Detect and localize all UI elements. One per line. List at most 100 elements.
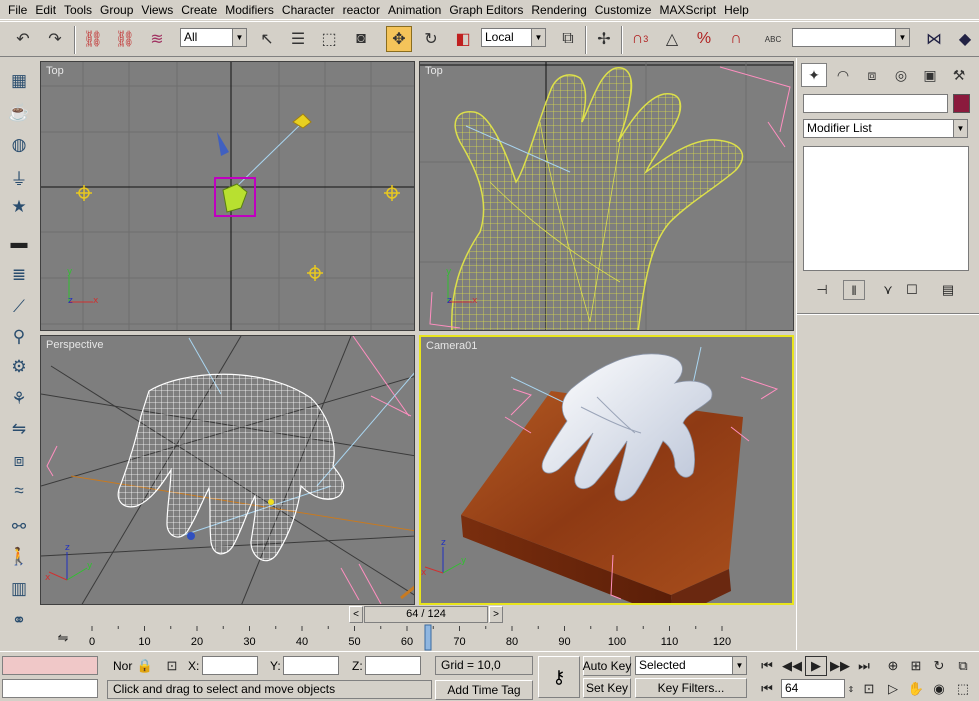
menu-help[interactable]: Help xyxy=(720,0,753,20)
menu-file[interactable]: File xyxy=(4,0,31,20)
time-slider-next-icon[interactable]: > xyxy=(489,606,503,623)
viewport-top-right[interactable]: Top y z x xyxy=(419,61,794,331)
add-time-tag-button[interactable]: Add Time Tag xyxy=(435,680,533,700)
create-box-icon[interactable]: ▦ xyxy=(5,68,33,94)
bend-icon[interactable]: ⟋ xyxy=(5,294,33,320)
select-and-scale-icon[interactable]: ◧ xyxy=(450,26,476,52)
auto-key-button[interactable]: Auto Key xyxy=(583,656,631,676)
modify-tab-icon[interactable]: ◠ xyxy=(830,63,856,87)
z-coord-field[interactable] xyxy=(365,656,421,675)
frame-spinner-icon[interactable]: ⇕ xyxy=(845,679,857,699)
current-frame-marker[interactable] xyxy=(424,624,432,651)
ffd-icon[interactable]: ⧈ xyxy=(5,448,33,474)
play-icon[interactable]: ▶ xyxy=(805,656,827,676)
select-by-name-icon[interactable]: ☰ xyxy=(285,26,311,52)
select-and-manipulate-icon[interactable]: ✢ xyxy=(591,26,617,52)
hierarchy-tab-icon[interactable]: ⧈ xyxy=(859,63,885,87)
menu-edit[interactable]: Edit xyxy=(31,0,60,20)
viewport-label[interactable]: Top xyxy=(425,65,443,77)
maxscript-input-field[interactable] xyxy=(2,679,98,698)
viewport-label[interactable]: Perspective xyxy=(46,339,103,351)
selection-filter-dropdown[interactable]: All xyxy=(180,28,232,47)
use-pivot-center-icon[interactable]: ⧉ xyxy=(555,26,581,52)
reference-coord-arrow-icon[interactable]: ▼ xyxy=(531,28,546,47)
x-coord-field[interactable] xyxy=(202,656,258,675)
time-slider-thumb[interactable]: 64 / 124 xyxy=(364,606,488,623)
key-mode-toggle-icon[interactable]: ⏮ xyxy=(756,679,778,699)
select-and-move-icon[interactable]: ✥ xyxy=(386,26,412,52)
show-end-result-icon[interactable]: ‖ xyxy=(843,280,865,300)
menu-animation[interactable]: Animation xyxy=(384,0,445,20)
biped-icon[interactable]: 🚶 xyxy=(5,544,33,570)
link-icon[interactable]: ⚯ xyxy=(5,514,33,540)
absolute-mode-icon[interactable]: ⊡ xyxy=(161,656,183,676)
menu-modifiers[interactable]: Modifiers xyxy=(221,0,278,20)
window-crossing-icon[interactable]: ◙ xyxy=(348,26,374,52)
viewport-label[interactable]: Camera01 xyxy=(426,340,477,352)
maxscript-listener-field[interactable] xyxy=(2,656,98,675)
select-and-rotate-icon[interactable]: ↻ xyxy=(418,26,444,52)
menu-group[interactable]: Group xyxy=(96,0,137,20)
current-frame-field[interactable]: 64 xyxy=(781,679,845,698)
edit-named-selection-icon[interactable]: ABC xyxy=(760,26,786,52)
menu-maxscript[interactable]: MAXScript xyxy=(655,0,720,20)
create-tab-icon[interactable]: ✦ xyxy=(801,63,827,87)
selection-filter-arrow-icon[interactable]: ▼ xyxy=(232,28,247,47)
key-mode-arrow-icon[interactable]: ▼ xyxy=(732,656,747,675)
menu-graph-editors[interactable]: Graph Editors xyxy=(445,0,527,20)
time-configuration-icon[interactable]: ⊡ xyxy=(858,679,880,699)
zoom-all-icon[interactable]: ⊞ xyxy=(905,656,927,676)
viewport-label[interactable]: Top xyxy=(46,65,64,77)
select-object-icon[interactable]: ↖ xyxy=(254,26,280,52)
modifier-stack-list[interactable] xyxy=(803,146,969,271)
stack-icon[interactable]: ≣ xyxy=(5,262,33,288)
object-color-swatch[interactable] xyxy=(953,94,970,113)
object-name-field[interactable] xyxy=(803,94,948,113)
lathe-icon[interactable]: ⏚ xyxy=(5,164,33,190)
snaps-toggle-icon[interactable]: ∩ 3 xyxy=(627,26,653,52)
previous-frame-icon[interactable]: ◀◀ xyxy=(781,656,803,676)
plant-icon[interactable]: ⚘ xyxy=(5,386,33,412)
next-frame-icon[interactable]: ▶▶ xyxy=(829,656,851,676)
named-selection-arrow-icon[interactable]: ▼ xyxy=(895,28,910,47)
redo-icon[interactable]: ↷ xyxy=(42,26,68,52)
star-icon[interactable]: ★ xyxy=(5,194,33,220)
named-selection-sets-field[interactable] xyxy=(792,28,896,47)
time-slider-prev-icon[interactable]: < xyxy=(349,606,363,623)
modifier-list-arrow-icon[interactable]: ▼ xyxy=(953,119,968,138)
set-key-button[interactable]: Set Key xyxy=(583,678,631,698)
bind-space-warp-icon[interactable]: ≋ xyxy=(144,26,170,52)
key-mode-dropdown[interactable]: Selected xyxy=(635,656,733,675)
motion-tab-icon[interactable]: ◎ xyxy=(888,63,914,87)
select-link-icon[interactable]: ⛓ xyxy=(80,26,106,52)
lock-icon[interactable]: 🔒 xyxy=(134,656,156,676)
wave-icon[interactable]: ≈ xyxy=(5,478,33,504)
y-coord-field[interactable] xyxy=(283,656,339,675)
sphere-icon[interactable]: ◍ xyxy=(5,132,33,158)
menu-customize[interactable]: Customize xyxy=(591,0,656,20)
menu-tools[interactable]: Tools xyxy=(60,0,96,20)
viewport-camera[interactable]: Camera01 z y x xyxy=(419,335,794,605)
menu-character[interactable]: Character xyxy=(278,0,339,20)
set-key-mode-key-icon[interactable]: ⚷ xyxy=(538,656,580,698)
teapot-icon[interactable]: ☕ xyxy=(5,100,33,126)
remove-modifier-icon[interactable]: ☐ xyxy=(901,280,923,300)
bones-icon[interactable]: ⚭ xyxy=(5,608,33,634)
go-to-start-icon[interactable]: ⏮ xyxy=(756,656,778,676)
viewport-perspective[interactable]: Perspective z y x xyxy=(40,335,415,605)
min-max-toggle-icon[interactable]: ⬚ xyxy=(952,679,974,699)
arc-rotate-icon[interactable]: ◉ xyxy=(928,679,950,699)
align-icon[interactable]: ◆ xyxy=(952,26,978,52)
display-tab-icon[interactable]: ▣ xyxy=(917,63,943,87)
menu-reactor[interactable]: reactor xyxy=(339,0,384,20)
uvw-icon[interactable]: ⚲ xyxy=(5,324,33,350)
pan-hand-icon[interactable]: ✋ xyxy=(905,679,927,699)
gear-icon[interactable]: ⚙ xyxy=(5,354,33,380)
spinner-snap-icon[interactable]: ∩ xyxy=(723,26,749,52)
zoom-icon[interactable]: ⊕ xyxy=(882,656,904,676)
menu-views[interactable]: Views xyxy=(137,0,177,20)
menu-rendering[interactable]: Rendering xyxy=(527,0,590,20)
field-of-view-icon[interactable]: ▷ xyxy=(882,679,904,699)
reference-coord-dropdown[interactable]: Local xyxy=(481,28,531,47)
pin-stack-icon[interactable]: ⊣ xyxy=(811,280,833,300)
